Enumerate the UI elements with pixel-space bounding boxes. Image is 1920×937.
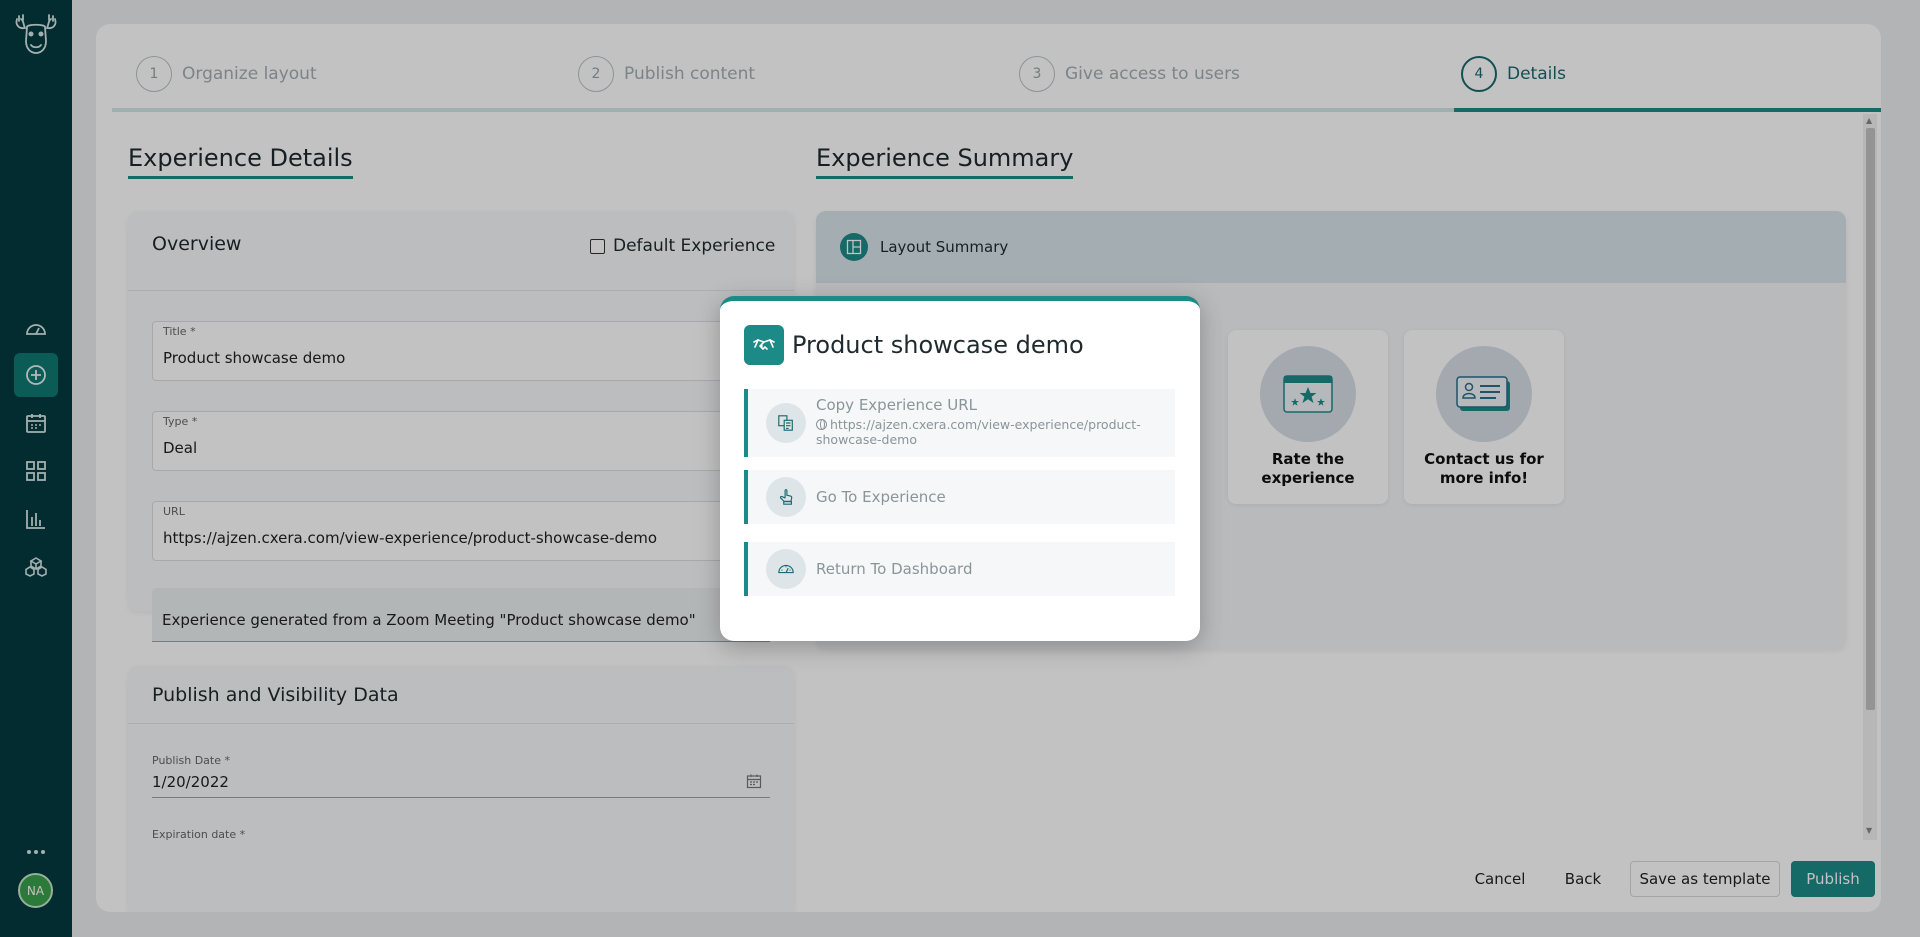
gauge-icon [766, 549, 806, 589]
copy-icon [766, 403, 806, 443]
publish-success-modal: Product showcase demo Copy Experience UR… [720, 296, 1200, 641]
globe-icon [816, 419, 827, 430]
copy-experience-url-option[interactable]: Copy Experience URL https://ajzen.cxera.… [744, 389, 1175, 457]
return-to-dashboard-option[interactable]: Return To Dashboard [744, 542, 1175, 596]
go-to-experience-label: Go To Experience [816, 488, 946, 506]
return-to-dashboard-label: Return To Dashboard [816, 560, 973, 578]
modal-title: Product showcase demo [792, 331, 1084, 359]
experience-url-text: https://ajzen.cxera.com/view-experience/… [816, 417, 1141, 447]
copy-experience-url-label: Copy Experience URL [816, 396, 977, 414]
go-to-experience-option[interactable]: Go To Experience [744, 470, 1175, 524]
copy-experience-url-value: https://ajzen.cxera.com/view-experience/… [816, 417, 1156, 447]
handshake-icon [744, 325, 784, 365]
pointer-hand-icon [766, 477, 806, 517]
